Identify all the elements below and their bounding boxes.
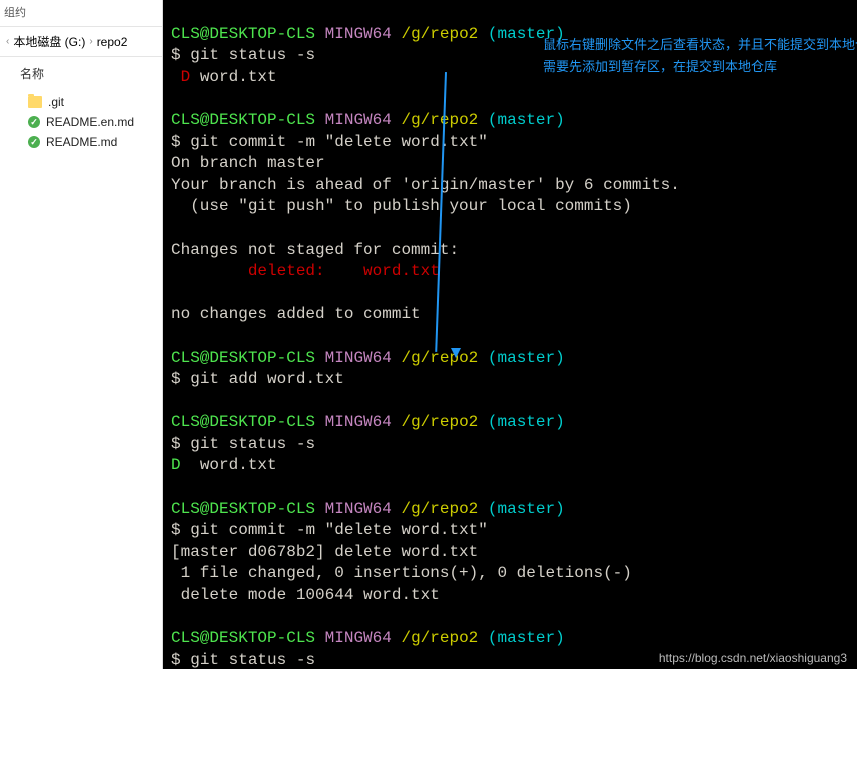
- prompt-user: CLS@DESKTOP-CLS: [171, 25, 315, 43]
- status-file: word.txt: [200, 456, 277, 474]
- file-explorer-sidebar: 组约 ‹ 本地磁盘 (G:) › repo2 名称 .git ✓ README.…: [0, 0, 163, 669]
- check-icon: ✓: [28, 116, 40, 128]
- output-line: (use "git push" to publish your local co…: [171, 197, 632, 215]
- chevron-left-icon[interactable]: ‹: [6, 36, 9, 47]
- output-line: On branch master: [171, 154, 325, 172]
- annotation-text: 鼠标右键删除文件之后查看状态，并且不能提交到本地仓库: [543, 36, 857, 54]
- status-flag: D: [171, 68, 200, 86]
- breadcrumb-part[interactable]: 本地磁盘 (G:): [13, 33, 85, 50]
- file-label: README.md: [46, 135, 117, 149]
- command: git add word.txt: [190, 370, 344, 388]
- breadcrumb-part[interactable]: repo2: [97, 35, 128, 49]
- folder-icon: [28, 96, 42, 108]
- prompt-host: MINGW64: [325, 25, 392, 43]
- prompt-path: /g/repo2: [401, 25, 478, 43]
- org-label: 组约: [0, 0, 162, 27]
- output-line: delete mode 100644 word.txt: [171, 586, 440, 604]
- file-list: .git ✓ README.en.md ✓ README.md: [0, 88, 162, 156]
- status-file: word.txt: [200, 68, 277, 86]
- command: git commit -m "delete word.txt": [190, 521, 488, 539]
- file-label: README.en.md: [46, 115, 134, 129]
- annotation-text: 需要先添加到暂存区，在提交到本地仓库: [543, 58, 777, 76]
- file-label: .git: [48, 95, 64, 109]
- deleted-line: deleted: word.txt: [171, 262, 440, 280]
- chevron-right-icon: ›: [89, 36, 92, 47]
- command: git status -s: [190, 435, 315, 453]
- output-line: Changes not staged for commit:: [171, 241, 459, 259]
- file-item[interactable]: ✓ README.md: [0, 132, 162, 152]
- output-line: 1 file changed, 0 insertions(+), 0 delet…: [171, 564, 632, 582]
- file-item[interactable]: ✓ README.en.md: [0, 112, 162, 132]
- terminal-window[interactable]: CLS@DESKTOP-CLS MINGW64 /g/repo2 (master…: [163, 0, 857, 669]
- status-flag: D: [171, 456, 200, 474]
- watermark: https://blog.csdn.net/xiaoshiguang3: [659, 651, 847, 665]
- column-header-name[interactable]: 名称: [0, 57, 162, 88]
- command: git status -s: [190, 651, 315, 669]
- dollar-prompt: $: [171, 46, 181, 64]
- folder-item[interactable]: .git: [0, 92, 162, 112]
- output-line: Your branch is ahead of 'origin/master' …: [171, 176, 680, 194]
- command: git status -s: [190, 46, 315, 64]
- output-line: no changes added to commit: [171, 305, 421, 323]
- breadcrumb[interactable]: ‹ 本地磁盘 (G:) › repo2: [0, 27, 162, 57]
- arrow-head-icon: [451, 348, 461, 358]
- output-line: [master d0678b2] delete word.txt: [171, 543, 478, 561]
- check-icon: ✓: [28, 136, 40, 148]
